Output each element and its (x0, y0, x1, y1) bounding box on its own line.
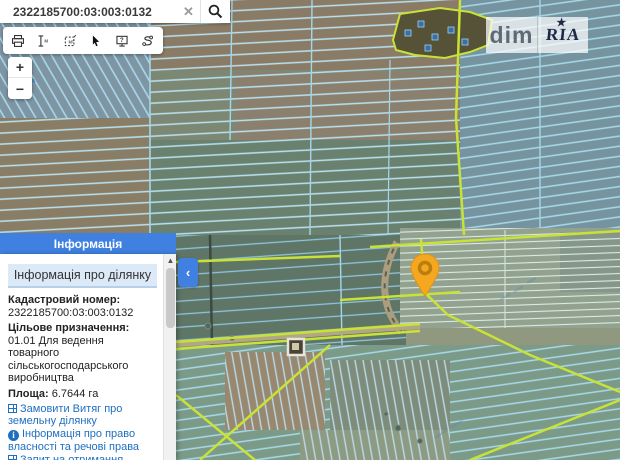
panel-content: Інформація про ділянку Кадастровий номер… (0, 254, 163, 460)
section-parcel-info[interactable]: Інформація про ділянку (8, 264, 157, 288)
zoom-in-button[interactable]: + (8, 57, 32, 78)
link-order-extract[interactable]: Замовити Витяг про земельну ділянку (8, 403, 157, 427)
field-area: Площа: 6.7644 га (8, 388, 157, 401)
route-button[interactable] (135, 28, 161, 53)
print-button[interactable] (5, 28, 31, 53)
search-button[interactable] (200, 0, 230, 23)
zoom-out-button[interactable]: − (8, 78, 32, 99)
map-view: 34 ✕ (0, 0, 620, 460)
dim-logo: dim (486, 17, 537, 53)
zoom-controls: + − (8, 57, 32, 99)
panel-collapse-button[interactable]: ‹ (178, 258, 198, 287)
info-circle-icon: i (8, 430, 19, 441)
scroll-thumb[interactable] (166, 268, 175, 328)
print-icon (11, 32, 25, 50)
farm-building (288, 339, 304, 355)
ria-star-icon: ★ (556, 16, 568, 29)
route-icon (141, 32, 155, 50)
link-documentation-request[interactable]: Запит на отримання документації із земле… (8, 454, 157, 460)
svg-text:?: ? (120, 37, 124, 44)
search-input[interactable] (0, 0, 177, 23)
svg-text:м²: м² (68, 39, 73, 45)
field-cadastral-number: Кадастровий номер: 2322185700:03:003:013… (8, 294, 157, 319)
svg-text:м: м (44, 38, 48, 44)
search-icon (208, 4, 223, 19)
clear-search-icon[interactable]: ✕ (177, 0, 200, 23)
measure-area-button[interactable]: м² (57, 28, 83, 53)
field-purpose: Цільове призначення: 01.01 Для ведення т… (8, 322, 157, 385)
cursor-icon (89, 32, 103, 50)
help-button[interactable]: ? (109, 28, 135, 53)
panel-scrollbar[interactable]: ▲ (163, 254, 176, 460)
measure-area-icon: м² (63, 32, 77, 50)
link-ownership-info[interactable]: iІнформація про право власності та речов… (8, 428, 157, 453)
info-panel: Інформація про ділянку Кадастровий номер… (0, 254, 176, 460)
help-monitor-icon: ? (115, 32, 129, 50)
map-toolbar: м м² ? (3, 27, 163, 54)
select-cursor-button[interactable] (83, 28, 109, 53)
document-table-icon (8, 455, 17, 460)
watermarks: dim RIA ★ (486, 17, 588, 53)
ria-logo: RIA ★ (537, 17, 588, 53)
map-marker-icon[interactable] (408, 254, 442, 298)
panel-title: Інформація (0, 233, 176, 254)
search-bar: ✕ (0, 0, 230, 23)
measure-length-button[interactable]: м (31, 28, 57, 53)
document-table-icon (8, 404, 17, 413)
scroll-up-icon[interactable]: ▲ (164, 254, 177, 267)
measure-length-icon: м (37, 32, 51, 50)
